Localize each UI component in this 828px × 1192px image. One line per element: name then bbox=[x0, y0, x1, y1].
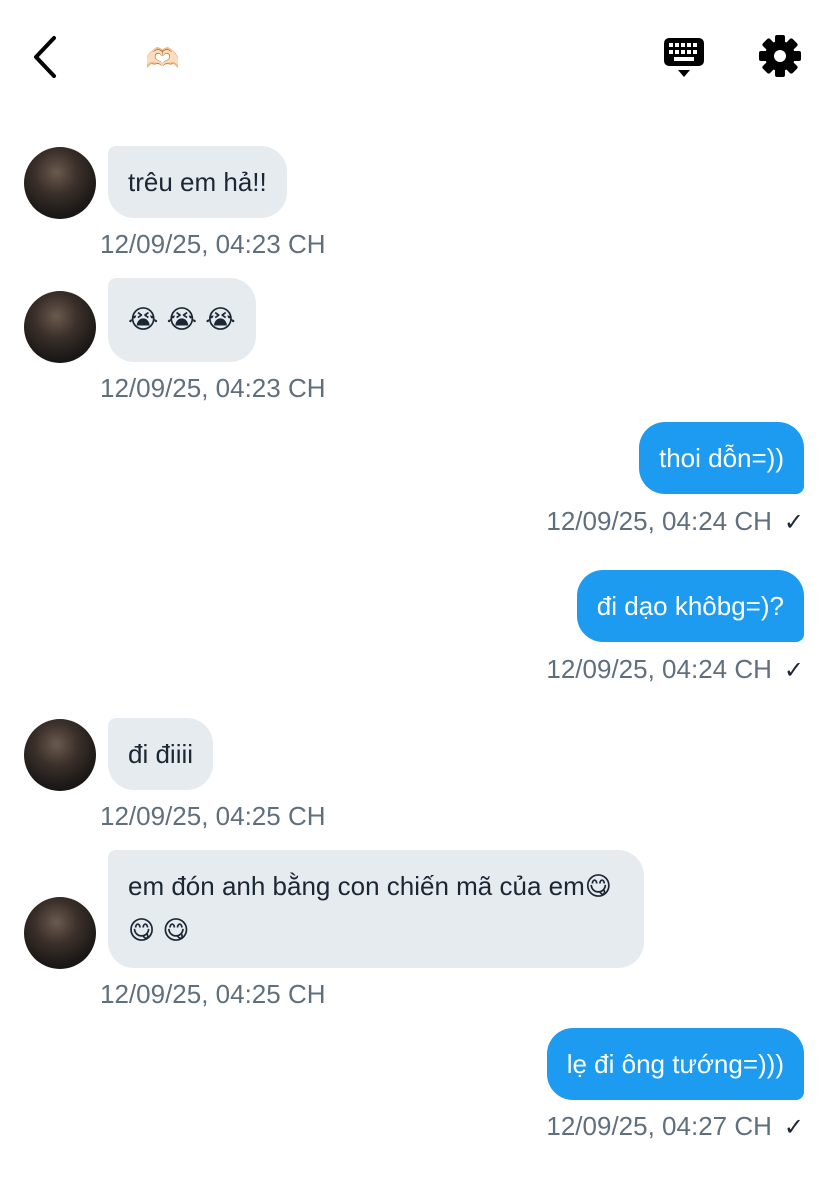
message-bubble-outgoing[interactable]: thoi dỗn=)) bbox=[638, 422, 804, 494]
message-bubble-incoming[interactable]: trêu em hả!! bbox=[108, 146, 287, 218]
sent-check-icon: ✓ bbox=[783, 657, 804, 684]
sent-check-icon: ✓ bbox=[783, 509, 804, 536]
message-timestamp: 12/09/25, 04:25 CH bbox=[100, 979, 326, 1009]
message-timestamp: 12/09/25, 04:24 CH bbox=[546, 654, 772, 684]
message-bubble-outgoing[interactable]: lẹ đi ông tướng=))) bbox=[546, 1028, 804, 1100]
avatar[interactable] bbox=[24, 291, 96, 363]
chevron-left-icon bbox=[34, 36, 56, 78]
message-timestamp: 12/09/25, 04:25 CH bbox=[100, 801, 326, 831]
message-timestamp-row: 12/09/25, 04:24 CH ✓ bbox=[546, 505, 804, 539]
chat-title-emoji: 🫶🏻 bbox=[145, 42, 180, 75]
message-bubble-outgoing[interactable]: đi dạo khôbg=)? bbox=[576, 570, 804, 642]
keyboard-button[interactable] bbox=[660, 34, 708, 80]
avatar[interactable] bbox=[24, 897, 96, 969]
chat-header: 🫶🏻 bbox=[0, 0, 828, 112]
message-timestamp: 12/09/25, 04:23 CH bbox=[100, 373, 326, 403]
avatar[interactable] bbox=[24, 719, 96, 791]
message-bubble-incoming[interactable]: 😭 😭 😭 bbox=[108, 278, 256, 362]
sent-check-icon: ✓ bbox=[783, 1114, 804, 1141]
message-timestamp: 12/09/25, 04:23 CH bbox=[100, 229, 326, 259]
message-bubble-incoming[interactable]: em đón anh bằng con chiến mã của em😋 😋 😋 bbox=[108, 850, 644, 968]
gear-icon bbox=[759, 35, 801, 77]
message-timestamp-row: 12/09/25, 04:27 CH ✓ bbox=[546, 1110, 804, 1144]
back-button[interactable] bbox=[28, 34, 64, 80]
message-timestamp-row: 12/09/25, 04:24 CH ✓ bbox=[546, 653, 804, 687]
settings-button[interactable] bbox=[757, 33, 803, 79]
message-bubble-incoming[interactable]: đi điiii bbox=[108, 718, 214, 790]
avatar[interactable] bbox=[24, 147, 96, 219]
message-timestamp: 12/09/25, 04:27 CH bbox=[546, 1111, 772, 1141]
keyboard-icon bbox=[664, 38, 704, 77]
message-timestamp: 12/09/25, 04:24 CH bbox=[546, 506, 772, 536]
